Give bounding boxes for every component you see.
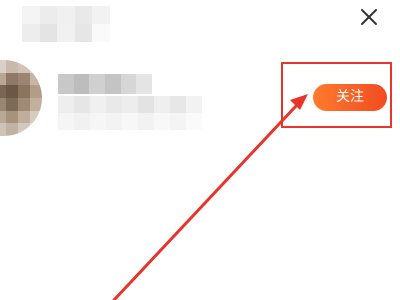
user-description-redacted [58,96,202,130]
dialog-title-redacted [22,6,110,42]
avatar[interactable] [0,60,42,136]
follow-button[interactable]: 关注 [313,84,387,111]
username-redacted [58,74,152,94]
annotation-arrow [112,94,308,300]
close-icon[interactable] [358,6,380,28]
user-card-dialog: 关注 [0,0,400,300]
